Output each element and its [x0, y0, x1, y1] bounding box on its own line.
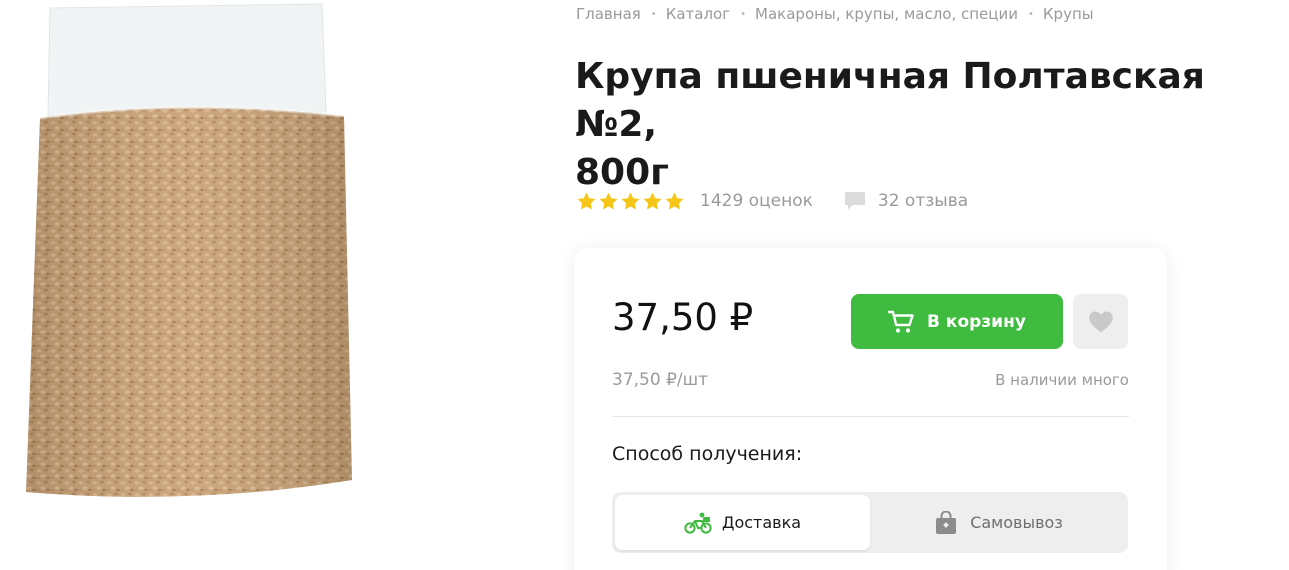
star-icon: [665, 192, 684, 209]
product-title: Крупа пшеничная Полтавская №2, 800г: [575, 53, 1275, 197]
add-to-favorites-button[interactable]: [1073, 294, 1128, 349]
stock-status: В наличии много: [995, 371, 1129, 389]
star-icon: [621, 192, 640, 209]
offer-card: 37,50 ₽ В корзину 37,50 ₽/шт В наличии м…: [574, 248, 1167, 570]
star-icon: [643, 192, 662, 209]
pickup-option-label: Самовывоз: [970, 513, 1063, 532]
product-image-grain-bag: [26, 3, 352, 497]
comment-icon: [844, 192, 865, 210]
rating-stars[interactable]: [576, 191, 685, 212]
breadcrumb-link-category[interactable]: Макароны, крупы, масло, специи: [755, 5, 1018, 23]
add-to-cart-button[interactable]: В корзину: [851, 294, 1063, 349]
delivery-option[interactable]: Доставка: [615, 495, 870, 550]
star-icon: [599, 192, 618, 209]
breadcrumb-link-subcategory[interactable]: Крупы: [1043, 5, 1094, 23]
receive-method-title: Способ получения:: [612, 443, 803, 465]
receive-method-toggle: Доставка Самовывоз: [612, 492, 1128, 553]
breadcrumb-link-catalog[interactable]: Каталог: [666, 5, 730, 23]
breadcrumb-link-home[interactable]: Главная: [576, 5, 641, 23]
breadcrumb-separator: •: [740, 8, 747, 20]
add-to-cart-label: В корзину: [927, 311, 1026, 332]
cart-icon: [888, 310, 914, 333]
product-title-line-2: 800г: [575, 152, 669, 193]
divider: [612, 416, 1129, 417]
breadcrumb: Главная • Каталог • Макароны, крупы, мас…: [576, 4, 1094, 24]
product-title-line-1: Крупа пшеничная Полтавская №2,: [575, 56, 1205, 145]
product-image-area[interactable]: [0, 0, 560, 570]
heart-icon: [1088, 311, 1113, 332]
breadcrumb-separator: •: [650, 8, 657, 20]
reviews-count: 32 отзыва: [877, 191, 969, 211]
pickup-option[interactable]: Самовывоз: [870, 495, 1125, 550]
price: 37,50 ₽: [612, 296, 754, 339]
rating-row: 1429 оценок 32 отзыва: [576, 188, 968, 214]
star-icon: [577, 192, 596, 209]
pickup-bag-icon: [936, 510, 957, 534]
unit-price: 37,50 ₽/шт: [612, 370, 709, 390]
delivery-option-label: Доставка: [721, 513, 802, 532]
reviews-link[interactable]: 32 отзыва: [844, 191, 968, 211]
bicycle-courier-icon: [684, 512, 712, 534]
breadcrumb-separator: •: [1028, 8, 1034, 20]
ratings-count: 1429 оценок: [700, 191, 813, 211]
